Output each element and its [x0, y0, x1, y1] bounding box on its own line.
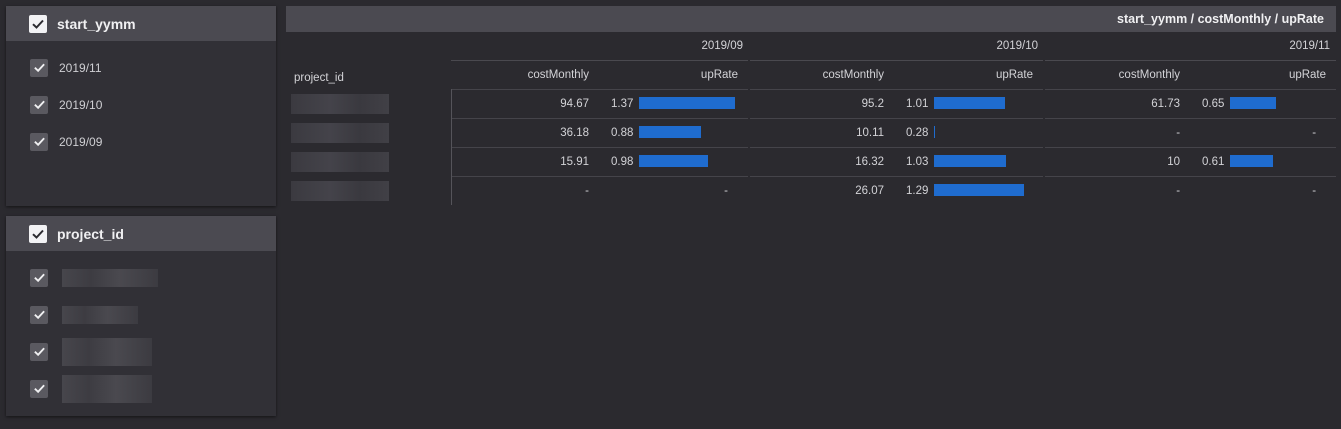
redacted-project-label	[62, 305, 138, 324]
project-id-cell[interactable]	[286, 118, 452, 147]
filter-option-2019-11[interactable]: 2019/11	[6, 49, 276, 86]
start-yymm-filter-panel: start_yymm 2019/11 2019/10 2019/09	[6, 6, 276, 206]
checkbox-checked-icon[interactable]	[30, 342, 48, 361]
uprate-bar	[934, 126, 936, 138]
filter-option-label: 2019/09	[59, 134, 103, 149]
checkbox-checked-icon[interactable]	[30, 379, 48, 398]
column-header-uprate[interactable]: upRate	[1190, 60, 1336, 89]
project-id-cell[interactable]	[286, 147, 452, 176]
cost-monthly-cell: -	[1044, 175, 1191, 205]
uprate-bar	[639, 97, 735, 109]
uprate-bar	[639, 126, 701, 138]
cost-monthly-cell: -	[1044, 117, 1191, 147]
cost-monthly-cell: -	[451, 175, 599, 205]
cost-monthly-cell: 10	[1044, 146, 1191, 176]
uprate-cell: 0.65	[1190, 88, 1337, 118]
table-row: - -26.07 1.29- -	[286, 175, 1337, 205]
column-header-uprate[interactable]: upRate	[599, 60, 751, 89]
uprate-bar	[1230, 97, 1277, 109]
cost-monthly-cell: 95.2	[749, 88, 895, 118]
cost-monthly-cell: 10.11	[749, 117, 895, 147]
uprate-cell: -	[599, 175, 751, 205]
start-yymm-filter-title: start_yymm	[57, 15, 136, 32]
uprate-cell: -	[1190, 117, 1337, 147]
uprate-bar	[934, 184, 1025, 197]
filter-option-label: 2019/10	[59, 97, 103, 112]
table-row: 15.91 0.98 16.32 1.03 10 0.61	[286, 146, 1337, 176]
uprate-cell: 0.61	[1190, 146, 1337, 176]
uprate-bar	[1230, 155, 1274, 167]
cost-monthly-cell: 61.73	[1044, 88, 1191, 118]
project-id-filter-panel: project_id	[6, 216, 276, 416]
uprate-cell: 0.28	[894, 117, 1046, 147]
checkbox-checked-icon[interactable]	[30, 58, 48, 77]
uprate-value: 0.65	[1202, 98, 1225, 110]
project-id-filter-header[interactable]: project_id	[6, 216, 276, 251]
filter-option-project[interactable]	[6, 333, 276, 370]
redacted-project-id	[291, 123, 389, 143]
cost-monthly-cell: 94.67	[451, 88, 599, 118]
select-all-checkbox-icon[interactable]	[29, 14, 47, 33]
uprate-value: 1.37	[611, 98, 634, 110]
cost-monthly-cell: 26.07	[749, 175, 895, 205]
uprate-cell: 0.88	[599, 117, 751, 147]
uprate-cell: 0.98	[599, 146, 751, 176]
uprate-cell: 1.37	[599, 88, 751, 118]
redacted-project-id	[291, 152, 389, 172]
uprate-bar	[639, 155, 708, 167]
filter-option-project[interactable]	[6, 259, 276, 296]
uprate-value: 0.61	[1202, 156, 1225, 168]
filter-option-2019-09[interactable]: 2019/09	[6, 123, 276, 160]
table-row: 36.18 0.88 10.11 0.28 - -	[286, 117, 1337, 147]
cost-monthly-cell: 15.91	[451, 146, 599, 176]
column-header-uprate[interactable]: upRate	[894, 60, 1046, 89]
filter-option-2019-10[interactable]: 2019/10	[6, 86, 276, 123]
filter-option-label: 2019/11	[59, 60, 102, 75]
cost-monthly-cell: 16.32	[749, 146, 895, 176]
uprate-cell: 1.01	[894, 88, 1046, 118]
checkbox-checked-icon[interactable]	[30, 268, 48, 287]
start-yymm-filter-header[interactable]: start_yymm	[6, 6, 276, 41]
cost-monthly-cell: 36.18	[451, 117, 599, 147]
pivot-grid: 2019/09 2019/10 2019/11 project_id costM…	[286, 32, 1337, 205]
redacted-project-label	[62, 268, 158, 287]
project-id-cell[interactable]	[286, 89, 452, 118]
uprate-cell: -	[1190, 175, 1337, 205]
redacted-project-label	[62, 337, 152, 366]
uprate-bar	[934, 97, 1006, 109]
uprate-value: 0.88	[611, 127, 634, 139]
redacted-project-id	[291, 94, 389, 114]
select-all-checkbox-icon[interactable]	[29, 224, 47, 243]
pivot-table: start_yymm / costMonthly / upRate 2019/0…	[286, 6, 1337, 206]
uprate-value: 1.01	[906, 98, 929, 110]
project-id-filter-title: project_id	[57, 225, 124, 242]
uprate-cell: 1.03	[894, 146, 1046, 176]
table-row: 94.67 1.37 95.2 1.01 61.73 0.65	[286, 88, 1337, 118]
row-header-project-id[interactable]: project_id	[286, 60, 451, 89]
uprate-value: 0.28	[906, 127, 929, 139]
month-header[interactable]: 2019/09	[451, 32, 750, 61]
uprate-value: 0.98	[611, 156, 634, 168]
uprate-value: 1.29	[906, 185, 929, 198]
checkbox-checked-icon[interactable]	[30, 132, 48, 151]
pivot-table-title: start_yymm / costMonthly / upRate	[286, 6, 1336, 32]
checkbox-checked-icon[interactable]	[30, 305, 48, 324]
redacted-project-label	[62, 374, 152, 403]
checkbox-checked-icon[interactable]	[30, 95, 48, 114]
uprate-value: 1.03	[906, 156, 929, 168]
uprate-bar	[934, 155, 1007, 167]
column-header-costmonthly[interactable]: costMonthly	[749, 60, 894, 89]
uprate-cell: 1.29	[894, 175, 1046, 205]
month-header[interactable]: 2019/10	[749, 32, 1045, 61]
column-header-costmonthly[interactable]: costMonthly	[1044, 60, 1190, 89]
filter-option-project[interactable]	[6, 296, 276, 333]
project-id-cell[interactable]	[286, 176, 452, 205]
corner-cell	[286, 32, 451, 60]
redacted-project-id	[291, 181, 389, 201]
month-header[interactable]: 2019/11	[1044, 32, 1337, 61]
column-header-costmonthly[interactable]: costMonthly	[451, 60, 599, 89]
filter-option-project[interactable]	[6, 370, 276, 407]
